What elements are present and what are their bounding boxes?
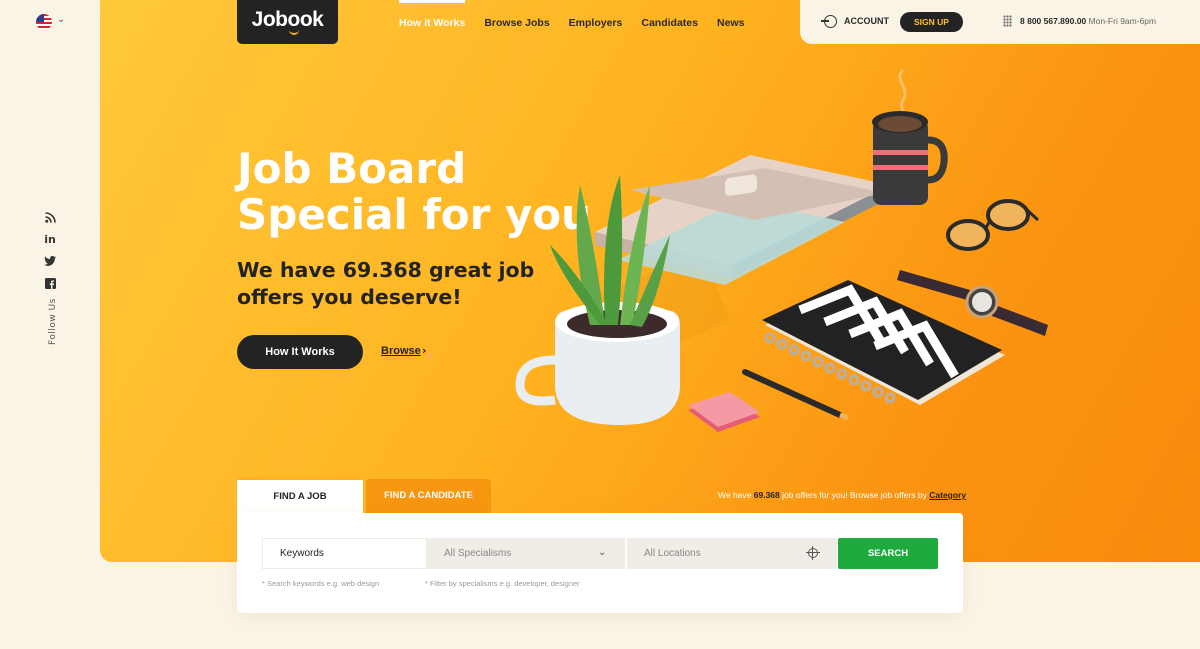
category-link[interactable]: Category [929,490,966,500]
twitter-icon[interactable] [44,256,56,268]
phone-info: 8 800 567.890.00 Mon-Fri 9am-6pm [1020,16,1156,26]
specialisms-select[interactable]: All Specialisms [427,538,625,569]
rss-icon[interactable] [44,212,56,224]
nav-news[interactable]: News [717,0,744,44]
hero-subtitle-line1: We have 69.368 great job [237,258,535,282]
offers-mid: job offers for you! Browse job offers by [782,490,927,500]
chevron-down-icon[interactable]: ⌄ [57,14,65,25]
linkedin-icon[interactable]: in [44,234,56,246]
logo[interactable]: Jobook [237,0,338,44]
phone-number: 8 800 567.890.00 [1020,16,1087,26]
nav-browse-jobs[interactable]: Browse Jobs [484,0,549,44]
chevron-down-icon[interactable]: ⌄ [598,547,606,558]
logo-text: Jobook [251,8,324,31]
nav-employers[interactable]: Employers [569,0,623,44]
facebook-icon[interactable] [44,278,56,290]
social-links: in [44,212,58,300]
browse-link[interactable]: Browse [381,345,421,357]
signup-button[interactable]: SIGN UP [900,12,963,32]
nav-candidates[interactable]: Candidates [641,0,698,44]
tab-find-candidate[interactable]: FIND A CANDIDATE [366,479,491,513]
logo-smile-icon [289,30,299,35]
glasses-illustration [946,199,1040,251]
keywords-input[interactable] [262,538,427,569]
chevron-right-icon[interactable]: › [422,344,427,357]
specialisms-hint: * Filter by specialisms e.g. developer, … [425,579,580,588]
login-icon[interactable] [821,15,837,28]
hero-subtitle: We have 69.368 great job offers you dese… [237,257,534,311]
sticky-notes-illustration [688,392,760,432]
phone-keypad-icon [1003,15,1012,27]
nav-how-it-works[interactable]: How it Works [399,0,466,44]
main-nav: How it Works Browse Jobs Employers Candi… [399,0,763,44]
how-it-works-button[interactable]: How It Works [237,335,363,369]
account-link[interactable]: ACCOUNT [844,16,889,26]
locations-input[interactable]: All Locations [627,538,837,569]
crosshair-location-icon[interactable] [805,545,820,560]
keywords-hint: * Search keywords e.g. web design [262,579,380,588]
follow-us-label: Follow Us [48,298,58,345]
coffee-mug-illustration [872,68,948,205]
search-button[interactable]: SEARCH [838,538,938,569]
hero-subtitle-line2: offers you deserve! [237,285,462,309]
offers-text: We have 69.368 job offers for you! Brows… [718,490,966,500]
header-panel: ACCOUNT SIGN UP 8 800 567.890.00 Mon-Fri… [800,0,1200,44]
us-flag-icon[interactable] [36,14,52,30]
offers-prefix: We have [718,490,752,500]
pencil-illustration [742,369,849,421]
desk-illustration [515,68,1048,432]
offers-count: 69.368 [753,490,780,500]
search-panel: All Specialisms ⌄ All Locations SEARCH *… [237,513,963,613]
tab-find-job[interactable]: FIND A JOB [237,477,363,513]
office-hours: Mon-Fri 9am-6pm [1088,16,1157,26]
